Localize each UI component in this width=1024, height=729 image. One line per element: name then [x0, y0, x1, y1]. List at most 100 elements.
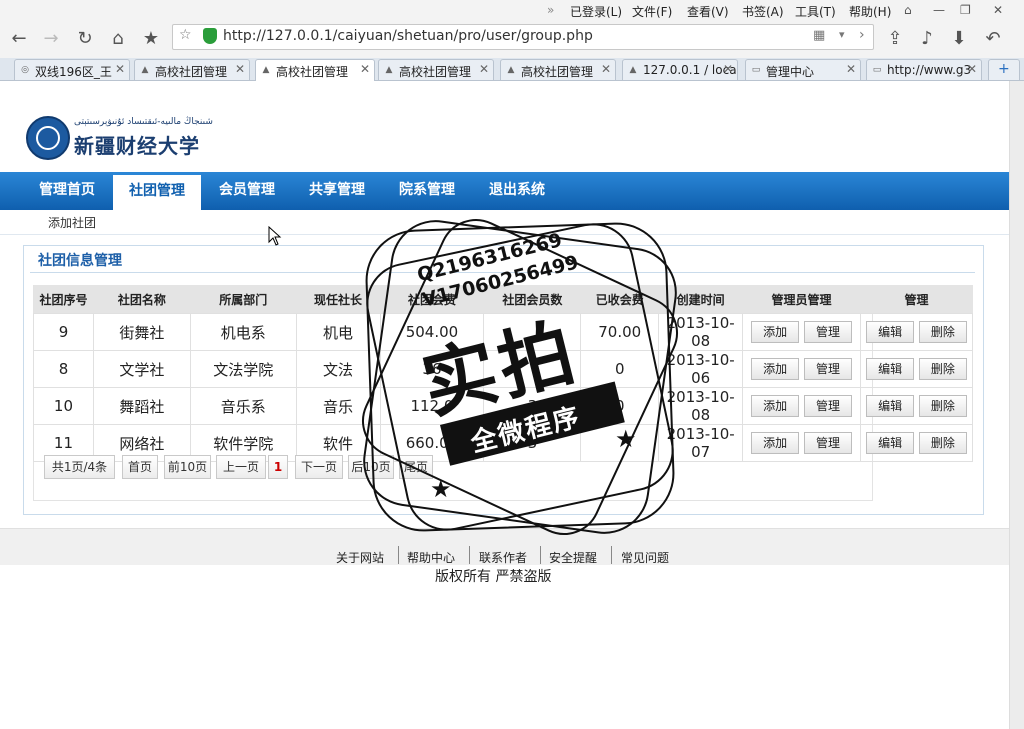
delete-button[interactable]: 删除	[918, 432, 967, 454]
menu-help[interactable]: 帮助(H)	[849, 3, 891, 20]
share-icon[interactable]: ⇪	[882, 26, 908, 52]
footer-faq[interactable]: 常见问题	[621, 549, 669, 566]
menu-overflow-icon[interactable]: »	[547, 3, 554, 17]
tab-1[interactable]: ◎ 双线196区_王 ✕	[14, 59, 130, 80]
nav-share-management[interactable]: 共享管理	[294, 172, 380, 210]
tab-close-icon[interactable]: ✕	[601, 62, 611, 76]
add-club-link[interactable]: 添加社团	[48, 214, 96, 231]
manage-admin-button[interactable]: 管理	[803, 395, 852, 417]
add-admin-button[interactable]: 添加	[751, 432, 800, 454]
tab-4[interactable]: ▲ 高校社团管理 ✕	[378, 59, 494, 80]
back-icon[interactable]: ←	[6, 26, 32, 52]
scrollbar[interactable]	[1009, 81, 1024, 729]
menu-tools[interactable]: 工具(T)	[795, 3, 836, 20]
col-admin-management: 管理员管理	[742, 285, 861, 314]
shirt-icon[interactable]: ⌂	[904, 3, 912, 17]
forward-icon[interactable]: →	[38, 26, 64, 52]
home-icon[interactable]: ⌂	[105, 26, 131, 52]
qr-icon[interactable]: ▦	[813, 28, 825, 43]
edit-button[interactable]: 编辑	[866, 395, 915, 417]
panel-title: 社团信息管理	[38, 253, 122, 269]
col-member-count: 社团会员数	[483, 285, 581, 314]
nav-department-management[interactable]: 院系管理	[384, 172, 470, 210]
pager-next[interactable]: 下一页	[295, 455, 343, 479]
address-bar[interactable]: ☆ http://127.0.0.1/caiyuan/shetuan/pro/u…	[172, 24, 874, 50]
edit-button[interactable]: 编辑	[866, 358, 915, 380]
footer-divider	[398, 546, 399, 564]
pager-next10[interactable]: 后10页	[348, 455, 394, 479]
tab-close-icon[interactable]: ✕	[846, 62, 856, 76]
cell-members	[483, 313, 582, 351]
browser-menubar: » 已登录(L) 文件(F) 查看(V) 书签(A) 工具(T) 帮助(H) ⌂…	[0, 0, 1024, 22]
add-admin-button[interactable]: 添加	[751, 395, 800, 417]
reload-icon[interactable]: ↻	[72, 26, 98, 52]
menu-file[interactable]: 文件(F)	[632, 3, 672, 20]
footer-contact[interactable]: 联系作者	[479, 549, 527, 566]
tab-close-icon[interactable]: ✕	[115, 62, 125, 76]
download-icon[interactable]: ⬇	[946, 26, 972, 52]
pma-icon: ▲	[262, 65, 270, 75]
pager-last[interactable]: 尾页	[399, 455, 433, 479]
manage-admin-button[interactable]: 管理	[803, 432, 852, 454]
pager-first[interactable]: 首页	[122, 455, 158, 479]
cell-created: 2013-10-08	[658, 387, 744, 425]
pager-prev10[interactable]: 前10页	[164, 455, 211, 479]
table-row: 8 文学社 文法学院 文法 36 0 2013-10-06 添加 管理 编辑 删…	[33, 350, 973, 388]
menu-logged-in[interactable]: 已登录(L)	[570, 3, 622, 20]
tab-close-icon[interactable]: ✕	[967, 62, 977, 76]
edit-button[interactable]: 编辑	[866, 321, 915, 343]
menu-bookmarks[interactable]: 书签(A)	[742, 3, 784, 20]
add-admin-button[interactable]: 添加	[751, 321, 800, 343]
col-fee: 社团会费	[380, 285, 484, 314]
cell-created: 2013-10-06	[658, 350, 744, 388]
tab-8[interactable]: ▭ http://www.g3 ✕	[866, 59, 982, 80]
go-icon[interactable]: ›	[859, 27, 865, 43]
footer-help[interactable]: 帮助中心	[407, 549, 455, 566]
delete-button[interactable]: 删除	[918, 358, 967, 380]
page-icon: ▭	[872, 65, 882, 75]
shield-icon	[203, 28, 217, 44]
pager-current[interactable]: 1	[268, 455, 288, 479]
nav-home[interactable]: 管理首页	[24, 172, 110, 210]
delete-button[interactable]: 删除	[918, 321, 967, 343]
tab-close-icon[interactable]: ✕	[723, 62, 733, 76]
panel-divider	[30, 272, 975, 273]
add-admin-button[interactable]: 添加	[751, 358, 800, 380]
pma-icon: ▲	[141, 65, 149, 75]
tab-7[interactable]: ▭ 管理中心 ✕	[745, 59, 861, 80]
footer-about[interactable]: 关于网站	[336, 549, 384, 566]
col-club-id: 社团序号	[33, 285, 94, 314]
tab-close-icon[interactable]: ✕	[479, 62, 489, 76]
pager-prev[interactable]: 上一页	[216, 455, 266, 479]
new-tab-button[interactable]: +	[988, 59, 1020, 80]
restore-icon[interactable]: ❐	[960, 3, 971, 17]
manage-admin-button[interactable]: 管理	[803, 321, 852, 343]
cell-admin-actions: 添加 管理	[742, 387, 861, 425]
tab-2[interactable]: ▲ 高校社团管理 ✕	[134, 59, 250, 80]
star-icon[interactable]: ☆	[179, 27, 192, 43]
cell-name: 舞蹈社	[92, 387, 191, 425]
tab-3-active[interactable]: ▲ 高校社团管理 ✕	[255, 59, 375, 81]
dropdown-icon[interactable]: ▾	[839, 28, 845, 41]
col-management: 管理	[860, 285, 973, 314]
nav-logout[interactable]: 退出系统	[474, 172, 560, 210]
tab-6[interactable]: ▲ 127.0.0.1 / loca ✕	[622, 59, 738, 80]
menu-view[interactable]: 查看(V)	[687, 3, 729, 20]
tab-close-icon[interactable]: ✕	[360, 62, 370, 76]
minimize-icon[interactable]: —	[933, 3, 945, 17]
cell-members	[483, 350, 582, 388]
nav-club-management[interactable]: 社团管理	[113, 172, 201, 210]
sound-icon[interactable]: ♪	[914, 26, 940, 52]
footer-security[interactable]: 安全提醒	[549, 549, 597, 566]
undo-icon[interactable]: ↶	[980, 26, 1006, 52]
tab-close-icon[interactable]: ✕	[235, 62, 245, 76]
delete-button[interactable]: 删除	[918, 395, 967, 417]
tab-5[interactable]: ▲ 高校社团管理 ✕	[500, 59, 616, 80]
cell-dept: 机电系	[189, 313, 297, 351]
cell-members: 3	[483, 424, 582, 462]
manage-admin-button[interactable]: 管理	[803, 358, 852, 380]
close-window-icon[interactable]: ✕	[993, 3, 1003, 17]
bookmark-icon[interactable]: ★	[138, 26, 164, 52]
edit-button[interactable]: 编辑	[866, 432, 915, 454]
nav-member-management[interactable]: 会员管理	[204, 172, 290, 210]
